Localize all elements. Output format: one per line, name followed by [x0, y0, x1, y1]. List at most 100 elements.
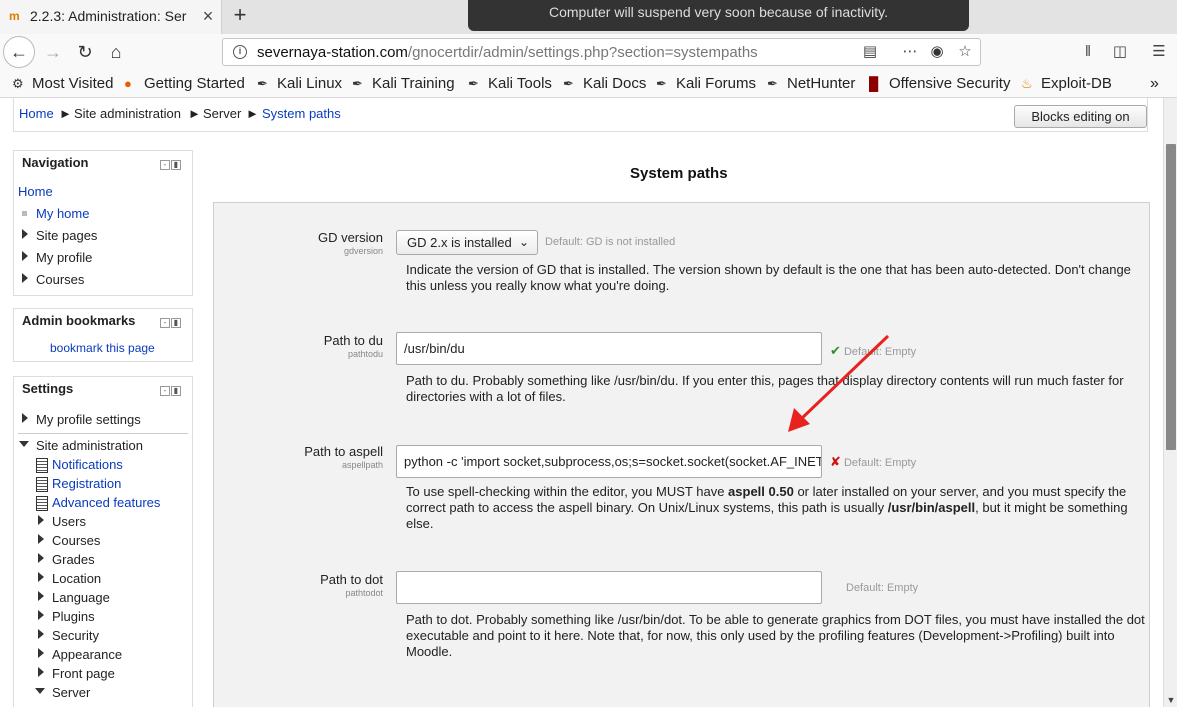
pathtodu-name: pathtodu: [347, 349, 383, 359]
error-cross-icon: ✘: [830, 454, 841, 469]
block-header: Settings - ▮: [14, 377, 192, 399]
scrollbar-thumb[interactable]: [1166, 144, 1176, 450]
close-tab-icon[interactable]: ×: [199, 6, 217, 26]
pathtodot-default: Default: Empty: [846, 582, 919, 594]
navigation-toolbar: ← → ↻ ⌂ i severnaya-station.com/gnocertd…: [0, 34, 1177, 70]
expand-arrow-icon[interactable]: [22, 251, 28, 261]
settings-location[interactable]: Location: [52, 571, 101, 586]
bookmark-label: Kali Training: [372, 75, 455, 92]
expand-arrow-icon[interactable]: [38, 515, 44, 525]
bookmark-star-icon[interactable]: ☆: [954, 42, 976, 62]
breadcrumb-separator: ►: [246, 106, 259, 121]
settings-notifications[interactable]: Notifications: [52, 457, 123, 472]
dock-icon[interactable]: ▮: [171, 318, 181, 328]
expand-arrow-icon[interactable]: [22, 273, 28, 283]
gdversion-select[interactable]: GD 2.x is installed ⌄: [396, 230, 538, 255]
settings-server[interactable]: Server: [52, 685, 90, 700]
page-actions-icon[interactable]: ⋯: [899, 42, 921, 62]
expand-arrow-icon[interactable]: [38, 534, 44, 544]
nav-courses[interactable]: Courses: [36, 272, 84, 287]
settings-site-admin[interactable]: Site administration: [36, 438, 143, 453]
bookmark-kali-forums[interactable]: ✒ Kali Forums: [656, 75, 756, 92]
expand-arrow-icon[interactable]: [22, 413, 28, 423]
bookmark-label: Kali Tools: [488, 75, 552, 92]
collapse-icon[interactable]: -: [160, 386, 170, 396]
block-controls[interactable]: - ▮: [160, 381, 184, 396]
admin-bookmarks-block: Admin bookmarks - ▮ bookmark this page: [13, 308, 193, 362]
bookmark-getting-started[interactable]: ● Getting Started: [124, 75, 245, 92]
aspellpath-input[interactable]: python -c 'import socket,subprocess,os;s…: [396, 445, 822, 478]
pathtodu-description: Path to du. Probably something like /usr…: [406, 373, 1124, 404]
active-tab[interactable]: m 2.2.3: Administration: Ser ×: [0, 0, 222, 34]
breadcrumb-system-paths[interactable]: System paths: [262, 106, 341, 121]
expand-arrow-icon[interactable]: [22, 229, 28, 239]
bookmark-kali-tools[interactable]: ✒ Kali Tools: [468, 75, 552, 92]
back-button[interactable]: ←: [3, 36, 35, 68]
settings-users[interactable]: Users: [52, 514, 86, 529]
bookmark-this-page-link[interactable]: bookmark this page: [50, 341, 155, 355]
expand-arrow-icon[interactable]: [38, 591, 44, 601]
new-tab-button[interactable]: +: [228, 4, 252, 28]
nav-site-pages[interactable]: Site pages: [36, 228, 97, 243]
url-bar[interactable]: i severnaya-station.com/gnocertdir/admin…: [222, 38, 981, 66]
settings-appearance[interactable]: Appearance: [52, 647, 122, 662]
expand-arrow-icon[interactable]: [38, 610, 44, 620]
menu-icon[interactable]: ☰: [1148, 42, 1170, 62]
bookmark-kali-docs[interactable]: ✒ Kali Docs: [563, 75, 646, 92]
sidebar-toggle-icon[interactable]: ◫: [1109, 42, 1131, 62]
nav-home[interactable]: Home: [18, 184, 53, 199]
expand-arrow-icon[interactable]: [38, 553, 44, 563]
breadcrumb-server[interactable]: Server: [203, 106, 241, 121]
nav-my-home[interactable]: My home: [36, 206, 89, 221]
divider: [18, 433, 188, 434]
expand-arrow-icon[interactable]: [38, 667, 44, 677]
expand-arrow-icon[interactable]: [38, 648, 44, 658]
pathtodu-input[interactable]: /usr/bin/du: [396, 332, 822, 365]
home-icon[interactable]: ⌂: [100, 37, 132, 67]
breadcrumb-home[interactable]: Home: [19, 106, 54, 121]
bookmark-label: Exploit-DB: [1041, 75, 1112, 92]
block-controls[interactable]: - ▮: [160, 155, 184, 170]
pathtodot-input[interactable]: [396, 571, 822, 604]
breadcrumb-site-admin[interactable]: Site administration: [74, 106, 181, 121]
bookmark-nethunter[interactable]: ✒ NetHunter: [767, 75, 855, 92]
collapse-arrow-icon[interactable]: [19, 441, 29, 447]
settings-advanced-features[interactable]: Advanced features: [52, 495, 160, 510]
expand-arrow-icon[interactable]: [38, 629, 44, 639]
breadcrumb: Home ► Site administration ► Server ► Sy…: [13, 98, 1148, 132]
settings-courses[interactable]: Courses: [52, 533, 100, 548]
settings-my-profile[interactable]: My profile settings: [36, 412, 141, 427]
collapse-arrow-icon[interactable]: [35, 688, 45, 694]
desc-text: To use spell-checking within the editor,…: [406, 484, 729, 499]
bookmark-kali-training[interactable]: ✒ Kali Training: [352, 75, 455, 92]
pocket-icon[interactable]: ◉: [926, 42, 948, 62]
forward-button[interactable]: →: [37, 37, 69, 67]
tab-title: 2.2.3: Administration: Ser: [30, 8, 187, 24]
collapse-icon[interactable]: -: [160, 318, 170, 328]
dock-icon[interactable]: ▮: [171, 160, 181, 170]
site-info-icon[interactable]: i: [233, 45, 247, 59]
bookmarks-overflow-icon[interactable]: »: [1150, 75, 1159, 93]
library-icon[interactable]: ‖: [1077, 42, 1099, 62]
expand-arrow-icon[interactable]: [38, 572, 44, 582]
bookmark-kali-linux[interactable]: ✒ Kali Linux: [257, 75, 342, 92]
nav-my-profile[interactable]: My profile: [36, 250, 92, 265]
settings-plugins[interactable]: Plugins: [52, 609, 95, 624]
scroll-down-icon[interactable]: ▼: [1166, 695, 1176, 705]
settings-security[interactable]: Security: [52, 628, 99, 643]
bookmark-most-visited[interactable]: ⚙ Most Visited: [12, 75, 113, 92]
reader-view-icon[interactable]: ▤: [859, 42, 881, 62]
settings-language[interactable]: Language: [52, 590, 110, 605]
settings-registration[interactable]: Registration: [52, 476, 121, 491]
settings-grades[interactable]: Grades: [52, 552, 95, 567]
collapse-icon[interactable]: -: [160, 160, 170, 170]
settings-front-page[interactable]: Front page: [52, 666, 115, 681]
dock-icon[interactable]: ▮: [171, 386, 181, 396]
blocks-editing-button[interactable]: Blocks editing on: [1014, 105, 1147, 128]
navigation-block: Navigation - ▮ Home My home Site pages My…: [13, 150, 193, 296]
page-scrollbar[interactable]: ▼: [1163, 98, 1177, 707]
bookmark-exploit-db[interactable]: ♨ Exploit-DB: [1021, 75, 1112, 92]
block-controls[interactable]: - ▮: [160, 313, 184, 328]
bookmark-offensive-security[interactable]: █ Offensive Security: [869, 75, 1010, 92]
reload-button[interactable]: ↻: [69, 37, 101, 67]
